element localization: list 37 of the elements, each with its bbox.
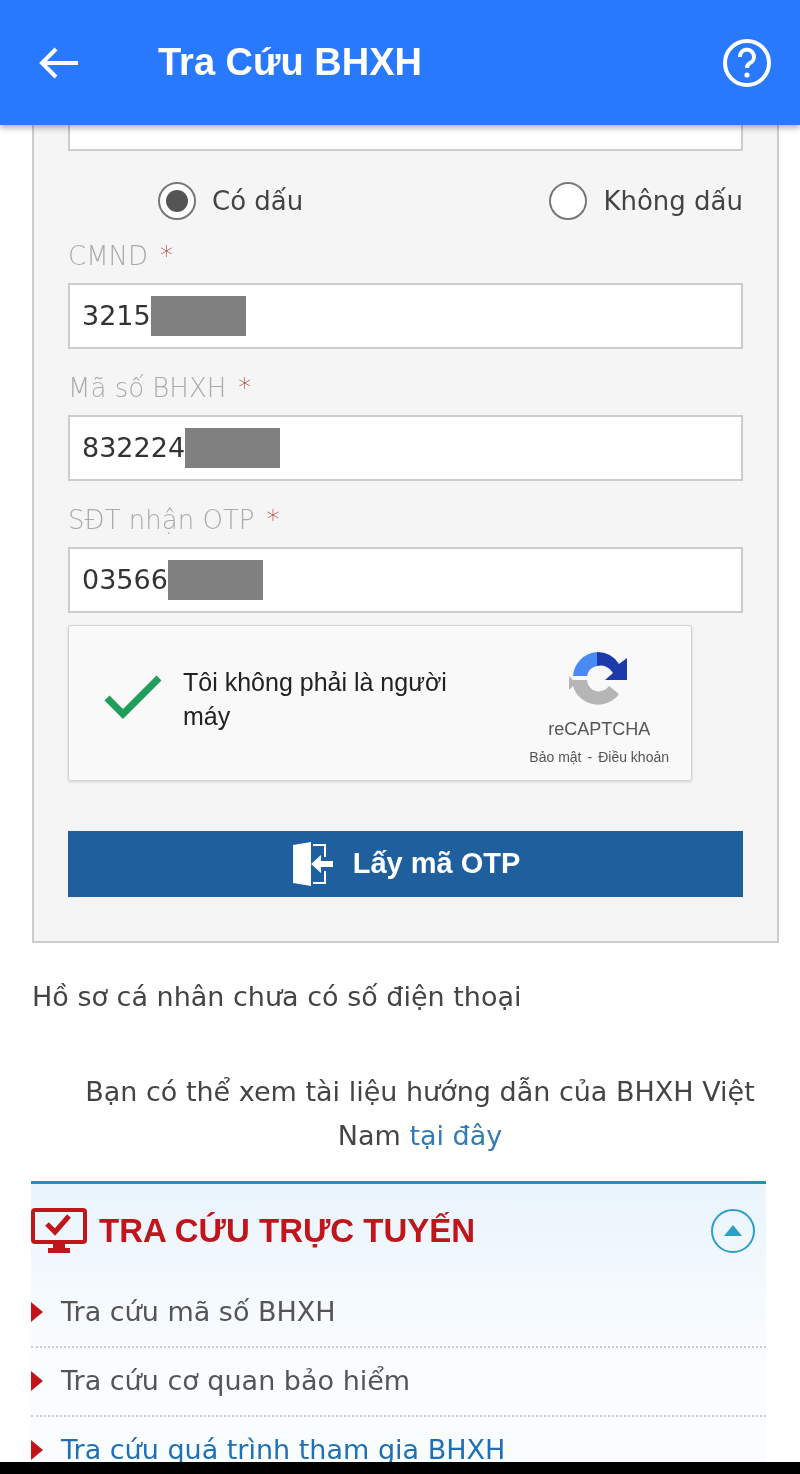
radio-option[interactable]: Không dấu <box>549 173 743 229</box>
guide-text: Bạn có thể xem tài liệu hướng dẫn của BHXH Việt Nam tại đây <box>84 1074 756 1154</box>
guide-link[interactable]: tại đây <box>409 1120 503 1152</box>
terms-link[interactable]: Điều khoản <box>598 747 669 768</box>
section-title: TRA CỨU TRỰC TUYẾN <box>99 1211 477 1252</box>
monitor-check-icon <box>31 1208 87 1255</box>
triangle-bullet-icon <box>31 1371 43 1392</box>
triangle-bullet-icon <box>31 1440 43 1461</box>
separator-text: - <box>587 748 593 767</box>
notice-text: Hồ sơ cá nhân chưa có số điện thoại <box>32 980 523 1014</box>
field-label: SĐT nhận OTP <box>68 503 255 537</box>
field-value: 832224 <box>82 430 186 465</box>
privacy-link[interactable]: Bảo mật <box>529 747 582 768</box>
get-otp-button[interactable]: Lấy mã OTP <box>68 831 743 897</box>
required-mark: * <box>238 371 252 405</box>
collapse-toggle[interactable] <box>710 1208 756 1255</box>
captcha-label: Tôi không phải là người máy <box>183 667 448 732</box>
field-value: 03566 <box>82 562 168 597</box>
required-mark: * <box>266 503 280 537</box>
input-field[interactable]: 3215 <box>68 283 743 349</box>
field-label: CMND <box>68 239 149 273</box>
field-value: 3215 <box>82 298 151 333</box>
radio-option[interactable]: Có dấu <box>158 173 304 229</box>
door-arrow-icon <box>290 841 335 887</box>
input-field[interactable] <box>68 125 743 151</box>
recaptcha-brand: reCAPTCHA <box>548 718 651 741</box>
captcha-checkbox[interactable] <box>103 674 163 720</box>
lookup-link[interactable]: Tra cứu mã số BHXH <box>31 1278 766 1348</box>
input-field[interactable]: 03566 <box>68 547 743 613</box>
lookup-link[interactable]: Tra cứu cơ quan bảo hiểm <box>31 1347 766 1417</box>
screen-title: Tra Cứu BHXH <box>158 40 423 85</box>
back-button[interactable] <box>38 45 80 80</box>
field-label: Mã số BHXH <box>68 371 227 405</box>
triangle-bullet-icon <box>31 1302 43 1323</box>
help-button[interactable] <box>722 37 772 88</box>
input-field[interactable]: 832224 <box>68 415 743 481</box>
required-mark: * <box>160 239 174 273</box>
